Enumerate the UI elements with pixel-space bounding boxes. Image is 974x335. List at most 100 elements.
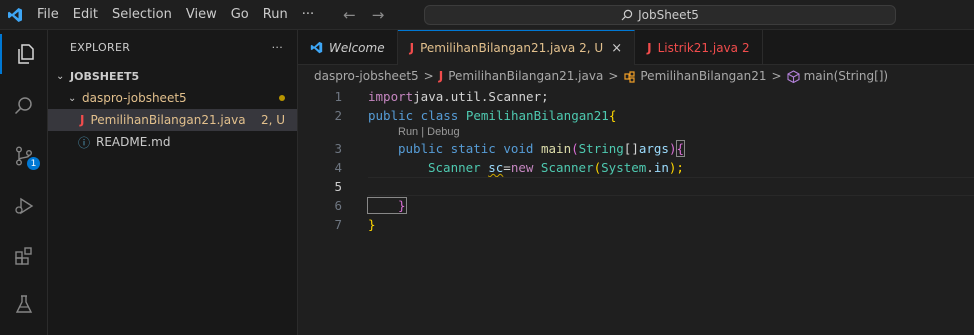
code-line: 6 } (298, 196, 974, 215)
java-file-icon: J (409, 41, 415, 55)
title-bar: File Edit Selection View Go Run ··· ← → … (0, 0, 974, 30)
code-line: 7 } (298, 215, 974, 234)
editor-area: Welcome J PemilihanBilangan21.java 2, U … (298, 30, 974, 335)
folder-item[interactable]: ⌄ daspro-jobsheet5 (48, 87, 297, 109)
explorer-header: EXPLORER ··· (48, 30, 297, 65)
breadcrumb-method[interactable]: main(String[]) (804, 69, 889, 83)
code-keyword: public static void (398, 141, 534, 156)
tab-listrik[interactable]: J Listrik21.java 2 (635, 30, 763, 65)
code-text: [] (623, 141, 639, 156)
menu-go[interactable]: Go (224, 7, 256, 22)
line-number: 1 (334, 89, 342, 104)
file-label: PemilihanBilangan21.java (90, 113, 246, 127)
explorer-more-button[interactable]: ··· (272, 41, 283, 54)
scm-badge: 1 (27, 157, 40, 170)
current-line-highlight (368, 177, 974, 196)
tab-label: Listrik21.java (657, 40, 739, 55)
breadcrumb: daspro-jobsheet5 > J PemilihanBilangan21… (298, 65, 974, 87)
vscode-logo-icon (0, 7, 30, 23)
code-type: System (601, 160, 647, 175)
close-icon[interactable]: × (611, 41, 622, 56)
explorer-title: EXPLORER (70, 41, 131, 54)
workspace-root-label: JOBSHEET5 (70, 69, 140, 83)
menu-view[interactable]: View (179, 7, 224, 22)
code-paren: ( (571, 141, 579, 156)
workspace-root[interactable]: ⌄ JOBSHEET5 (48, 65, 297, 87)
code-text: = (503, 160, 511, 175)
tab-label: Welcome (329, 40, 385, 55)
explorer-sidebar: EXPLORER ··· ⌄ JOBSHEET5 ⌄ daspro-jobshe… (48, 30, 298, 335)
run-debug-activity[interactable] (0, 186, 48, 226)
code-brace: } (367, 197, 407, 214)
breadcrumb-folder[interactable]: daspro-jobsheet5 (314, 69, 419, 83)
line-number: 2 (334, 108, 342, 123)
search-activity[interactable] (0, 86, 48, 126)
code-function: main (541, 141, 572, 156)
forward-arrow-icon[interactable]: → (364, 6, 393, 24)
beaker-icon (15, 295, 33, 313)
code-class-name: PemilihanBilangan21 (465, 108, 609, 123)
code-line-current: 5 (298, 177, 974, 196)
vscode-logo-icon (310, 41, 323, 54)
tab-pemilihan[interactable]: J PemilihanBilangan21.java 2, U × (397, 30, 636, 65)
code-text: java.util.Scanner; (413, 89, 549, 104)
tab-status: 2, U (579, 41, 604, 55)
code-editor[interactable]: 1 import java.util.Scanner; 2 public cla… (298, 87, 974, 234)
file-item-readme[interactable]: ⓘ README.md (48, 131, 297, 153)
search-icon (621, 9, 633, 21)
line-number: 3 (334, 141, 342, 156)
menu-bar: File Edit Selection View Go Run ··· (30, 7, 321, 22)
menu-more[interactable]: ··· (295, 7, 321, 22)
code-keyword: new (510, 160, 534, 175)
testing-activity[interactable] (0, 284, 48, 324)
breadcrumb-separator: > (771, 69, 782, 83)
extensions-activity[interactable] (0, 236, 48, 276)
chevron-down-icon: ⌄ (56, 70, 65, 82)
file-status: 2, U (260, 113, 285, 127)
code-brace: { (608, 108, 617, 123)
code-line: 2 public class PemilihanBilangan21 { (298, 106, 974, 125)
extensions-icon (15, 247, 32, 265)
menu-file[interactable]: File (30, 7, 66, 22)
file-item-pemilihan[interactable]: J PemilihanBilangan21.java 2, U (48, 109, 297, 131)
code-paren: ( (593, 160, 602, 175)
java-file-icon: J (80, 113, 85, 127)
explorer-activity[interactable] (0, 34, 48, 74)
search-icon (14, 97, 32, 115)
back-arrow-icon[interactable]: ← (335, 6, 364, 24)
menu-edit[interactable]: Edit (66, 7, 105, 22)
breadcrumb-class[interactable]: PemilihanBilangan21 (640, 69, 766, 83)
class-icon (624, 70, 635, 83)
line-number: 6 (334, 198, 342, 213)
code-type: Scanner (428, 160, 481, 175)
code-line: 3 public static void main(String[] args)… (298, 139, 974, 158)
code-paren: ) (668, 141, 677, 156)
code-line: 4 Scanner sc = new Scanner(System. in); (298, 158, 974, 177)
info-icon: ⓘ (78, 135, 91, 150)
menu-run[interactable]: Run (256, 7, 295, 22)
modified-dot (279, 95, 285, 101)
code-variable: sc (488, 160, 504, 175)
codelens[interactable]: Run | Debug (298, 125, 974, 139)
nav-arrows: ← → (335, 6, 392, 24)
code-line: 1 import java.util.Scanner; (298, 87, 974, 106)
tab-status: 2 (742, 40, 750, 55)
command-center[interactable]: JobSheet5 (424, 5, 896, 25)
code-keyword: public class (368, 108, 459, 123)
folder-label: daspro-jobsheet5 (82, 91, 187, 105)
code-brace: } (368, 217, 376, 232)
code-text: . (646, 160, 654, 175)
code-brace: { (675, 140, 685, 157)
breadcrumb-separator: > (423, 69, 434, 83)
java-file-icon: J (438, 69, 444, 83)
method-icon (787, 69, 800, 83)
file-label: README.md (96, 135, 171, 149)
code-type: String (578, 141, 624, 156)
code-type: Scanner (540, 160, 594, 175)
editor-tabs: Welcome J PemilihanBilangan21.java 2, U … (298, 30, 974, 65)
source-control-activity[interactable]: 1 (0, 136, 48, 176)
breadcrumb-file[interactable]: PemilihanBilangan21.java (448, 69, 603, 83)
activity-bar: 1 (0, 30, 48, 335)
tab-welcome[interactable]: Welcome (298, 30, 398, 65)
menu-selection[interactable]: Selection (105, 7, 179, 22)
